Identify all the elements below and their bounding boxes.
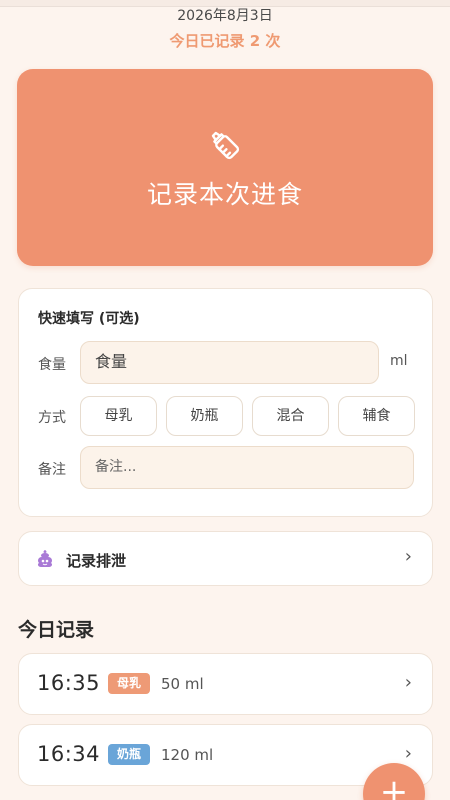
date-text: 2026年8月3日 <box>177 8 273 24</box>
record-time: 16:35 <box>37 671 101 695</box>
header: 2026年8月3日 今日已记录 2 次 <box>0 0 450 58</box>
record-item[interactable]: 16:35 母乳 50 ml › <box>18 653 433 715</box>
record-amount: 120 ml <box>161 746 214 764</box>
amount-label: 食量 <box>38 357 66 373</box>
record-feeding-label: 记录本次进食 <box>146 180 303 209</box>
today-count: 今日已记录 2 次 <box>169 32 281 50</box>
chevron-right-icon: › <box>404 743 412 764</box>
method-label: 方式 <box>38 410 66 426</box>
app-screen: 2026年8月3日 今日已记录 2 次 记录本次进食 快速填写 (可选) 食量 … <box>0 0 450 800</box>
note-input[interactable]: 备注... <box>80 446 414 489</box>
poop-icon <box>37 550 53 567</box>
record-amount: 50 ml <box>161 675 204 693</box>
today-records-title: 今日记录 <box>18 619 95 641</box>
method-solid-food-button[interactable]: 辅食 <box>338 396 415 436</box>
quick-fill-title: 快速填写 (可选) <box>38 311 140 327</box>
unit-label: ml <box>390 353 408 369</box>
chevron-right-icon: › <box>404 546 412 567</box>
record-feeding-button[interactable]: 记录本次进食 <box>17 69 433 266</box>
method-mixed-button[interactable]: 混合 <box>252 396 329 436</box>
chevron-right-icon: › <box>404 672 412 693</box>
note-label: 备注 <box>38 462 66 478</box>
record-time: 16:34 <box>37 742 101 766</box>
method-tag: 奶瓶 <box>108 744 151 765</box>
method-bottle-button[interactable]: 奶瓶 <box>166 396 243 436</box>
record-excretion-row[interactable]: 记录排泄 › <box>18 531 433 586</box>
record-excretion-label: 记录排泄 <box>66 552 127 570</box>
quick-fill-card: 快速填写 (可选) 食量 食量 ml 方式 母乳 奶瓶 混合 辅食 备注 备注.… <box>18 288 433 517</box>
amount-input[interactable]: 食量 <box>80 341 379 384</box>
method-breastmilk-button[interactable]: 母乳 <box>80 396 157 436</box>
method-tag: 母乳 <box>108 673 151 694</box>
baby-bottle-icon <box>211 131 240 160</box>
